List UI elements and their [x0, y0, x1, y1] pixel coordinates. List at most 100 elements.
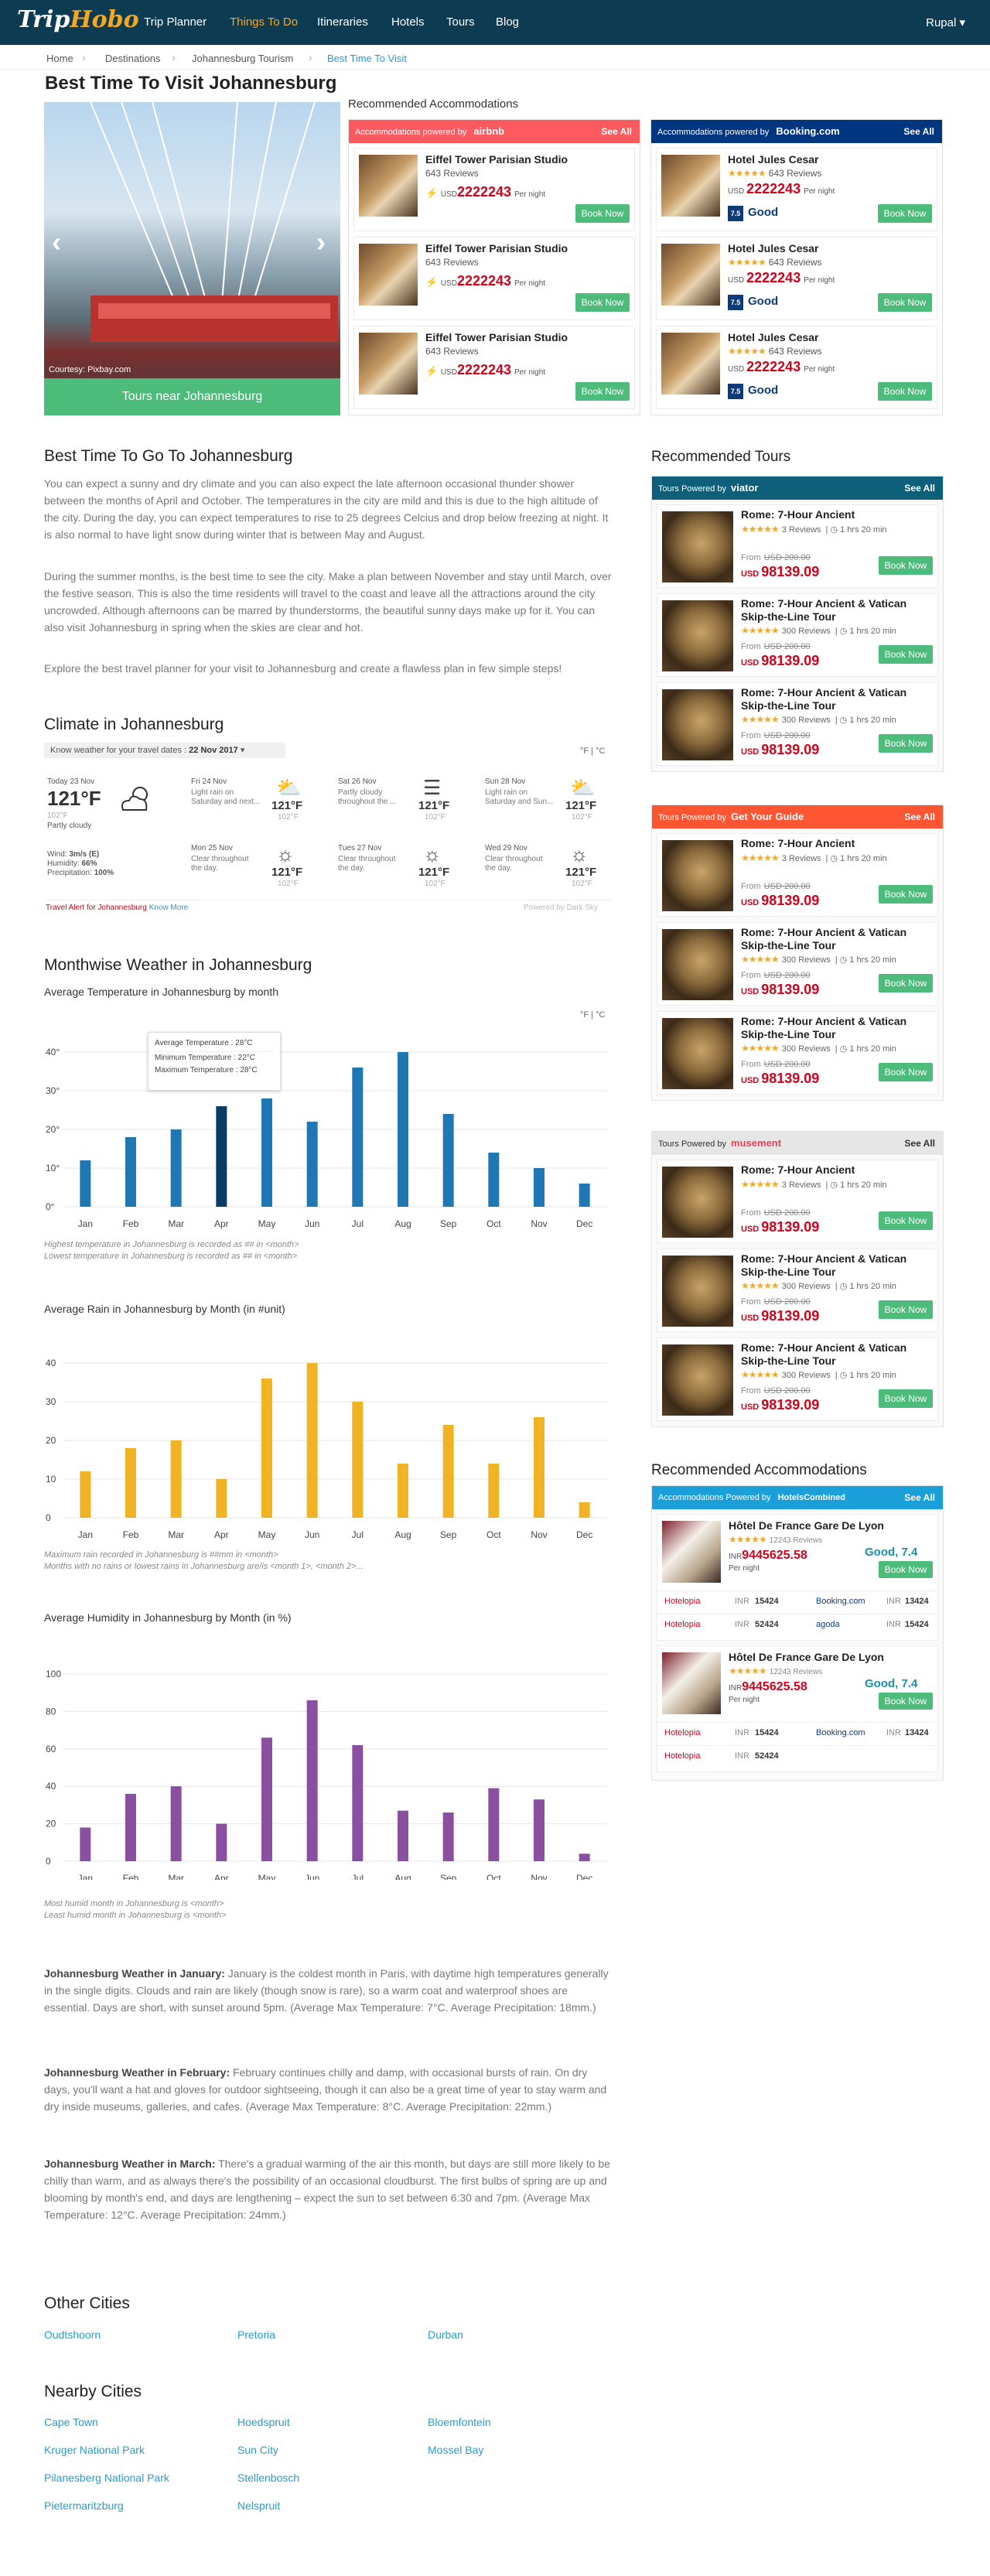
bar[interactable]: [398, 1464, 408, 1518]
bar[interactable]: [170, 1129, 182, 1207]
book-now-button[interactable]: Book Now: [879, 1211, 933, 1230]
bar[interactable]: [398, 1052, 408, 1207]
hotel-name[interactable]: Hôtel De France Gare De Lyon: [729, 1519, 884, 1532]
temperature-chart[interactable]: 0° 10° 20° 30° 40° Jan Feb Mar Apr May Jun Jul Aug Se…: [44, 1029, 613, 1238]
tour-name[interactable]: Rome: 7-Hour Ancient & Vatican Skip-the-…: [741, 926, 927, 952]
tour-card[interactable]: Rome: 7-Hour Ancient & Vatican Skip-the-…: [657, 922, 938, 1006]
bar[interactable]: [398, 1810, 408, 1861]
compare-cell[interactable]: Hotelopia: [664, 1751, 700, 1761]
nav-blog[interactable]: Blog: [496, 15, 519, 29]
city-link[interactable]: Bloemfontein: [428, 2416, 491, 2428]
tour-card[interactable]: Rome: 7-Hour Ancient & Vatican Skip-the-…: [657, 1338, 938, 1421]
bar[interactable]: [170, 1786, 182, 1861]
bar[interactable]: [306, 1363, 318, 1518]
city-link[interactable]: Durban: [428, 2328, 463, 2341]
bar[interactable]: [534, 1417, 544, 1518]
bar[interactable]: [488, 1788, 500, 1861]
rain-chart[interactable]: 0 10 20 30 40 Jan Feb Mar Apr May Jun Jul Aug Sep Oct N…: [44, 1346, 613, 1555]
book-now-button[interactable]: Book Now: [878, 204, 932, 223]
city-link[interactable]: Pretoria: [237, 2328, 275, 2341]
bar[interactable]: [80, 1471, 91, 1518]
tour-name[interactable]: Rome: 7-Hour Ancient: [741, 508, 927, 521]
city-link[interactable]: Pilanesberg National Park: [44, 2472, 169, 2484]
property-name[interactable]: Hotel Jules Cesar: [728, 153, 819, 166]
bar[interactable]: [216, 1479, 227, 1518]
bar[interactable]: [534, 1799, 544, 1861]
city-link[interactable]: Oudtshoorn: [44, 2328, 101, 2341]
tour-card[interactable]: Rome: 7-Hour Ancient ★★★★★ 3 Reviews | ◷ 1 …: [657, 504, 938, 588]
nav-things-to-do[interactable]: Things To Do: [230, 15, 298, 29]
bar[interactable]: [170, 1440, 182, 1518]
book-now-button[interactable]: Book Now: [878, 293, 932, 312]
nav-trip-planner[interactable]: Trip Planner: [144, 15, 207, 29]
airbnb-card[interactable]: Eiffel Tower Parisian Studio 643 Reviews ⚡…: [353, 148, 635, 231]
booking-card[interactable]: Hotel Jules Cesar ★★★★★ 643 Reviews USD 2222…: [656, 237, 937, 320]
bar[interactable]: [261, 1098, 272, 1207]
tour-name[interactable]: Rome: 7-Hour Ancient: [741, 1163, 927, 1177]
tour-see-all[interactable]: See All: [904, 805, 935, 828]
bar[interactable]: [216, 1106, 227, 1207]
tour-name[interactable]: Rome: 7-Hour Ancient: [741, 837, 927, 850]
city-link[interactable]: Pietermaritzburg: [44, 2499, 124, 2512]
hotel-name[interactable]: Hôtel De France Gare De Lyon: [729, 1651, 884, 1663]
bar[interactable]: [125, 1137, 136, 1207]
compare-cell[interactable]: Hotelopia: [664, 1597, 700, 1606]
compare-cell[interactable]: Booking.com: [816, 1597, 865, 1606]
booking-see-all[interactable]: See All: [903, 120, 934, 143]
bar[interactable]: [125, 1448, 136, 1518]
bar[interactable]: [352, 1402, 364, 1518]
property-name[interactable]: Hotel Jules Cesar: [728, 331, 819, 343]
compare-cell[interactable]: agoda: [816, 1620, 840, 1629]
nav-itineraries[interactable]: Itineraries: [317, 15, 368, 29]
tour-name[interactable]: Rome: 7-Hour Ancient & Vatican Skip-the-…: [741, 686, 927, 712]
bar[interactable]: [306, 1122, 318, 1207]
book-now-button[interactable]: Book Now: [575, 293, 630, 312]
bar[interactable]: [442, 1812, 454, 1861]
book-now-button[interactable]: Book Now: [879, 1063, 933, 1081]
hotel-card[interactable]: Hôtel De France Gare De Lyon ★★★★★ 12243 R…: [657, 1514, 939, 1641]
book-now-button[interactable]: Book Now: [879, 885, 933, 904]
breadcrumb-destinations[interactable]: Destinations: [105, 53, 161, 64]
city-link[interactable]: Stellenbosch: [237, 2472, 299, 2484]
tour-name[interactable]: Rome: 7-Hour Ancient & Vatican Skip-the-…: [741, 1341, 927, 1368]
tour-card[interactable]: Rome: 7-Hour Ancient ★★★★★ 3 Reviews | ◷ 1 …: [657, 833, 938, 917]
hotels-combined-see-all[interactable]: See All: [904, 1486, 935, 1509]
bar[interactable]: [488, 1464, 500, 1518]
compare-cell[interactable]: Hotelopia: [664, 1728, 700, 1737]
tour-name[interactable]: Rome: 7-Hour Ancient & Vatican Skip-the-…: [741, 1015, 927, 1041]
breadcrumb-home[interactable]: Home: [46, 53, 73, 64]
tour-name[interactable]: Rome: 7-Hour Ancient & Vatican Skip-the-…: [741, 1252, 927, 1279]
logo[interactable]: TripHobo: [17, 6, 139, 33]
chevron-right-icon[interactable]: ›: [316, 226, 326, 258]
book-now-button[interactable]: Book Now: [575, 382, 630, 401]
city-link[interactable]: Mossel Bay: [428, 2444, 483, 2456]
property-name[interactable]: Eiffel Tower Parisian Studio: [425, 331, 568, 343]
book-now-button[interactable]: Book Now: [879, 734, 933, 753]
bar[interactable]: [125, 1793, 136, 1861]
bar[interactable]: [352, 1744, 364, 1861]
bar[interactable]: [488, 1153, 500, 1207]
bar[interactable]: [579, 1853, 590, 1861]
property-name[interactable]: Hotel Jules Cesar: [728, 242, 819, 255]
tour-card[interactable]: Rome: 7-Hour Ancient & Vatican Skip-the-…: [657, 682, 938, 766]
breadcrumb-tourism[interactable]: Johannesburg Tourism: [192, 53, 293, 64]
property-name[interactable]: Eiffel Tower Parisian Studio: [425, 242, 568, 255]
hotel-card[interactable]: Hôtel De France Gare De Lyon ★★★★★ 12243 R…: [657, 1645, 939, 1772]
airbnb-see-all[interactable]: See All: [601, 120, 632, 143]
compare-cell[interactable]: Hotelopia: [664, 1620, 700, 1629]
compare-cell[interactable]: Booking.com: [816, 1728, 865, 1737]
book-now-button[interactable]: Book Now: [879, 1389, 933, 1408]
book-now-button[interactable]: Book Now: [879, 1561, 933, 1578]
bar[interactable]: [306, 1700, 318, 1861]
chevron-left-icon[interactable]: ‹: [52, 226, 61, 258]
tour-name[interactable]: Rome: 7-Hour Ancient & Vatican Skip-the-…: [741, 597, 927, 624]
booking-card[interactable]: Hotel Jules Cesar ★★★★★ 643 Reviews USD 2222…: [656, 148, 937, 231]
booking-card[interactable]: Hotel Jules Cesar ★★★★★ 643 Reviews USD 2222…: [656, 326, 937, 409]
book-now-button[interactable]: Book Now: [879, 645, 933, 664]
bar[interactable]: [442, 1425, 454, 1518]
book-now-button[interactable]: Book Now: [879, 974, 933, 992]
tour-card[interactable]: Rome: 7-Hour Ancient ★★★★★ 3 Reviews | ◷ 1 …: [657, 1160, 938, 1243]
book-now-button[interactable]: Book Now: [878, 382, 932, 401]
bar[interactable]: [261, 1379, 272, 1518]
city-link[interactable]: Sun City: [237, 2444, 278, 2456]
